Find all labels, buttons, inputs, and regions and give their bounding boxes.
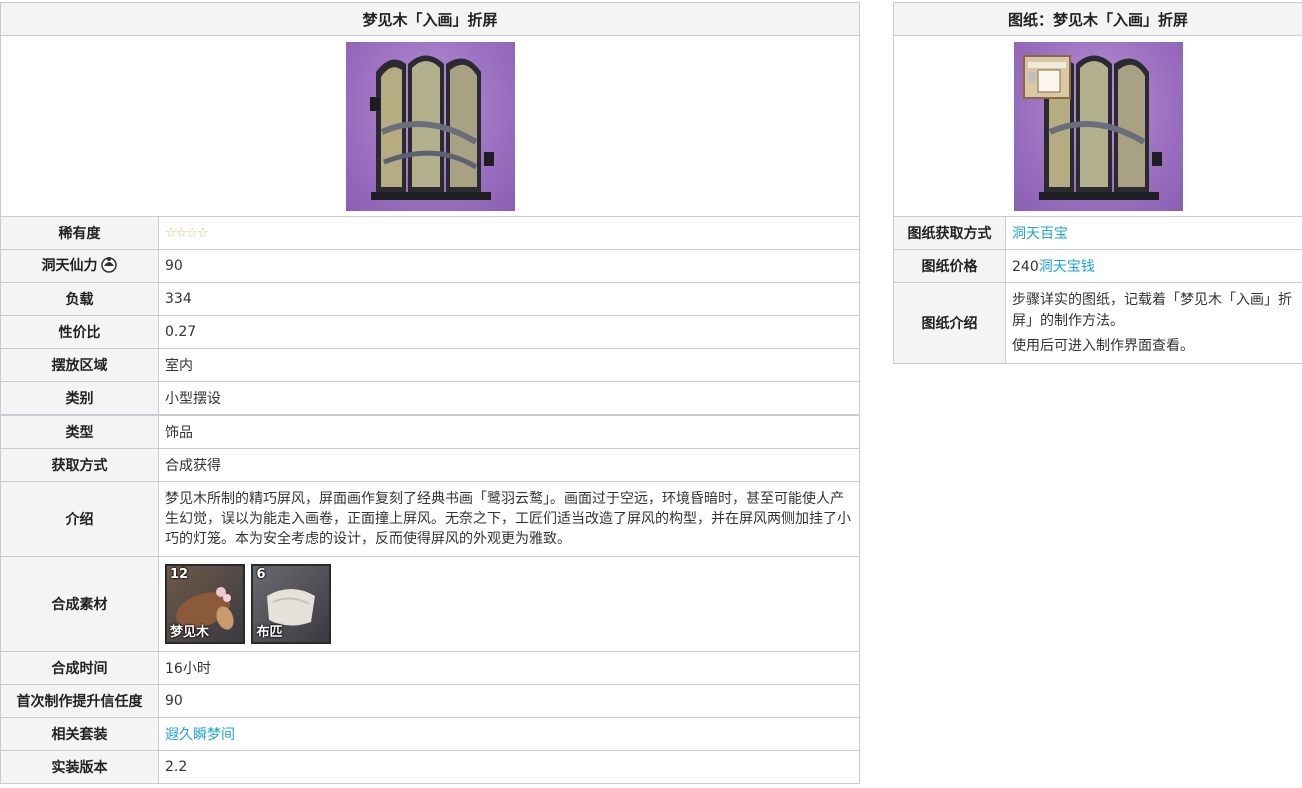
set-link[interactable]: 遐久瞬梦间 [165,727,235,743]
load-value: 334 [157,282,861,316]
rarity-stars-icon: ☆☆☆☆ [165,226,209,241]
blueprint-image [1013,42,1183,211]
source-value: 合成获得 [157,448,861,482]
trust-value: 90 [157,684,861,718]
rarity-label: 稀有度 [0,216,159,250]
blueprint-source-label: 图纸获取方式 [893,216,1006,250]
description-label: 介绍 [0,481,159,557]
blueprint-desc-line1: 步骤详实的图纸，记载着「梦见木「入画」折屏」的制作方法。 [1012,291,1292,329]
blueprint-price-label: 图纸价格 [893,249,1006,283]
description-value: 梦见木所制的精巧屏风，屏面画作复刻了经典书画「鹭羽云鹜」。画面过于空远，环境昏暗… [157,481,861,557]
trust-label: 首次制作提升信任度 [0,684,159,718]
rarity-row: 稀有度 ☆☆☆☆ [0,216,861,250]
placement-label: 摆放区域 [0,348,159,382]
ratio-label: 性价比 [0,315,159,349]
material-fabric[interactable]: 6 布匹 [251,564,332,644]
adeptal-energy-icon [100,255,118,277]
ratio-value: 0.27 [157,315,861,349]
craft-time-value: 16小时 [157,651,861,685]
set-label: 相关套装 [0,717,159,751]
category-value: 小型摆设 [157,381,861,416]
version-label: 实装版本 [0,750,159,784]
craft-time-label: 合成时间 [0,651,159,685]
material-dreamwood-count: 12 [170,567,189,582]
material-fabric-name: 布匹 [256,625,283,640]
blueprint-desc-line2: 使用后可进入制作界面查看。 [1012,337,1194,354]
blueprint-price-amount: 240 [1012,259,1039,275]
item-title: 梦见木「入画」折屏 [0,2,861,36]
materials-label: 合成素材 [0,556,159,652]
version-value: 2.2 [157,750,861,784]
source-label: 获取方式 [0,448,159,482]
item-image [345,42,515,211]
category-label: 类别 [0,381,159,416]
blueprint-title: 图纸：梦见木「入画」折屏 [892,2,1302,36]
adeptal-label: 洞天仙力 [41,258,98,274]
material-dreamwood[interactable]: 12 梦见木 [165,564,245,644]
load-label: 负载 [0,282,159,316]
material-fabric-count: 6 [256,567,266,582]
adeptal-value: 90 [157,249,861,283]
placement-value: 室内 [157,348,861,382]
adeptal-row: 洞天仙力 90 [0,249,861,283]
item-info-table: 梦见木「入画」折屏 稀有度 ☆☆☆☆ 洞天仙力 90 负载 334 性价比 0.… [0,2,861,784]
type-value: 饰品 [157,414,861,449]
blueprint-source-link[interactable]: 洞天百宝 [1012,226,1068,242]
type-label: 类型 [0,414,159,449]
blueprint-table: 图纸：梦见木「入画」折屏 图纸获取方式 洞天百宝 图纸价格 240洞天宝钱 图纸… [892,2,1302,364]
blueprint-desc-label: 图纸介绍 [893,282,1006,364]
material-dreamwood-name: 梦见木 [170,625,210,640]
materials-cell: 12 梦见木 6 布匹 [157,556,861,652]
realm-currency-link[interactable]: 洞天宝钱 [1039,259,1095,275]
